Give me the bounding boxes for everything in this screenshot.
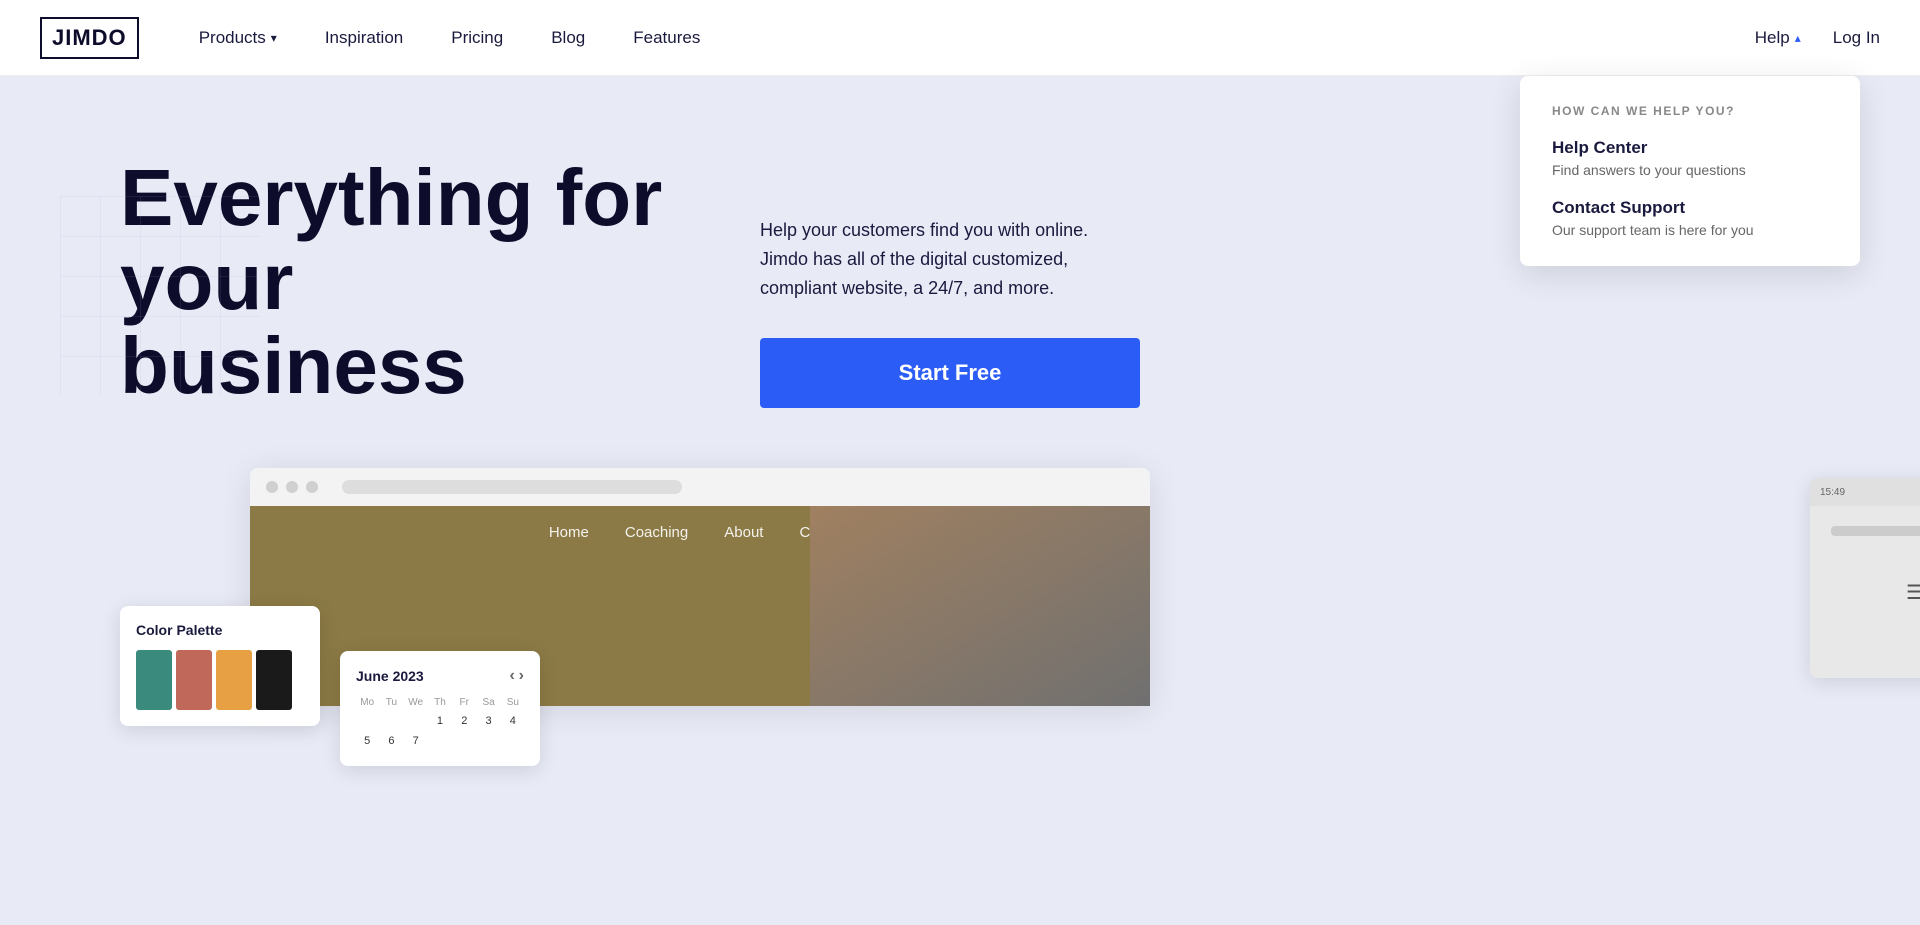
chevron-down-icon: ▾ [271, 31, 277, 45]
browser-url-bar [342, 480, 682, 494]
contact-support-desc: Our support team is here for you [1552, 222, 1828, 238]
nav-inspiration[interactable]: Inspiration [325, 28, 403, 48]
browser-nav-home: Home [549, 524, 589, 541]
cal-header-fr: Fr [453, 695, 475, 710]
browser-mockup-wrapper: Home Coaching About Contact Color Palett… [250, 468, 1800, 706]
calendar-month-year: June 2023 [356, 668, 424, 684]
chevron-up-icon: ▴ [1795, 31, 1801, 45]
calendar-grid: Mo Tu We Th Fr Sa Su 1 2 3 4 5 6 7 [356, 695, 524, 750]
calendar-prev[interactable]: ‹ [509, 667, 514, 684]
nav-features[interactable]: Features [633, 28, 700, 48]
browser-nav-about: About [724, 524, 763, 541]
mobile-time: 15:49 [1820, 487, 1845, 498]
cal-header-we: We [405, 695, 427, 710]
color-palette-panel: Color Palette [120, 606, 320, 726]
cal-header-th: Th [429, 695, 451, 710]
calendar-header: June 2023 ‹ › [356, 667, 524, 685]
help-button[interactable]: Help ▴ [1755, 28, 1801, 48]
swatch-black [256, 650, 292, 710]
browser-dot-2 [286, 481, 298, 493]
nav-pricing[interactable]: Pricing [451, 28, 503, 48]
help-center-title: Help Center [1552, 138, 1828, 158]
browser-bar [250, 468, 1150, 506]
mobile-body: ☰ [1810, 506, 1920, 678]
color-swatches [136, 650, 304, 710]
woman-photo [810, 506, 1150, 706]
color-palette-title: Color Palette [136, 622, 304, 638]
contact-support-item[interactable]: Contact Support Our support team is here… [1552, 198, 1828, 238]
cal-header-mo: Mo [356, 695, 378, 710]
help-dropdown: HOW CAN WE HELP YOU? Help Center Find an… [1520, 76, 1860, 266]
login-button[interactable]: Log In [1833, 28, 1880, 48]
browser-dot-3 [306, 481, 318, 493]
cal-header-sa: Sa [477, 695, 499, 710]
calendar-panel: June 2023 ‹ › Mo Tu We Th Fr Sa Su 1 2 3 [340, 651, 540, 766]
browser-nav-coaching: Coaching [625, 524, 688, 541]
nav-blog[interactable]: Blog [551, 28, 585, 48]
nav-links: Products ▾ Inspiration Pricing Blog Feat… [199, 28, 1755, 48]
cal-header-su: Su [502, 695, 524, 710]
swatch-orange [216, 650, 252, 710]
calendar-next[interactable]: › [519, 667, 524, 684]
grid-decoration [60, 196, 260, 396]
swatch-red [176, 650, 212, 710]
cal-header-tu: Tu [380, 695, 402, 710]
help-dropdown-title: HOW CAN WE HELP YOU? [1552, 104, 1828, 118]
mobile-panel: 15:49 ▣ ▣ ▣ ☰ [1810, 478, 1920, 678]
mobile-status-bar: 15:49 ▣ ▣ ▣ [1810, 478, 1920, 506]
navbar-right: Help ▴ Log In [1755, 28, 1880, 48]
calendar-nav: ‹ › [509, 667, 524, 685]
start-free-button[interactable]: Start Free [760, 338, 1140, 408]
hero-right: Help your customers find you with online… [760, 156, 1140, 408]
swatch-teal [136, 650, 172, 710]
help-center-desc: Find answers to your questions [1552, 162, 1828, 178]
browser-dot-1 [266, 481, 278, 493]
help-center-item[interactable]: Help Center Find answers to your questio… [1552, 138, 1828, 178]
nav-products[interactable]: Products ▾ [199, 28, 277, 48]
hamburger-icon: ☰ [1906, 580, 1920, 605]
logo[interactable]: JIMDO [40, 17, 139, 59]
contact-support-title: Contact Support [1552, 198, 1828, 218]
navbar: JIMDO Products ▾ Inspiration Pricing Blo… [0, 0, 1920, 76]
hero-subtext: Help your customers find you with online… [760, 216, 1140, 302]
